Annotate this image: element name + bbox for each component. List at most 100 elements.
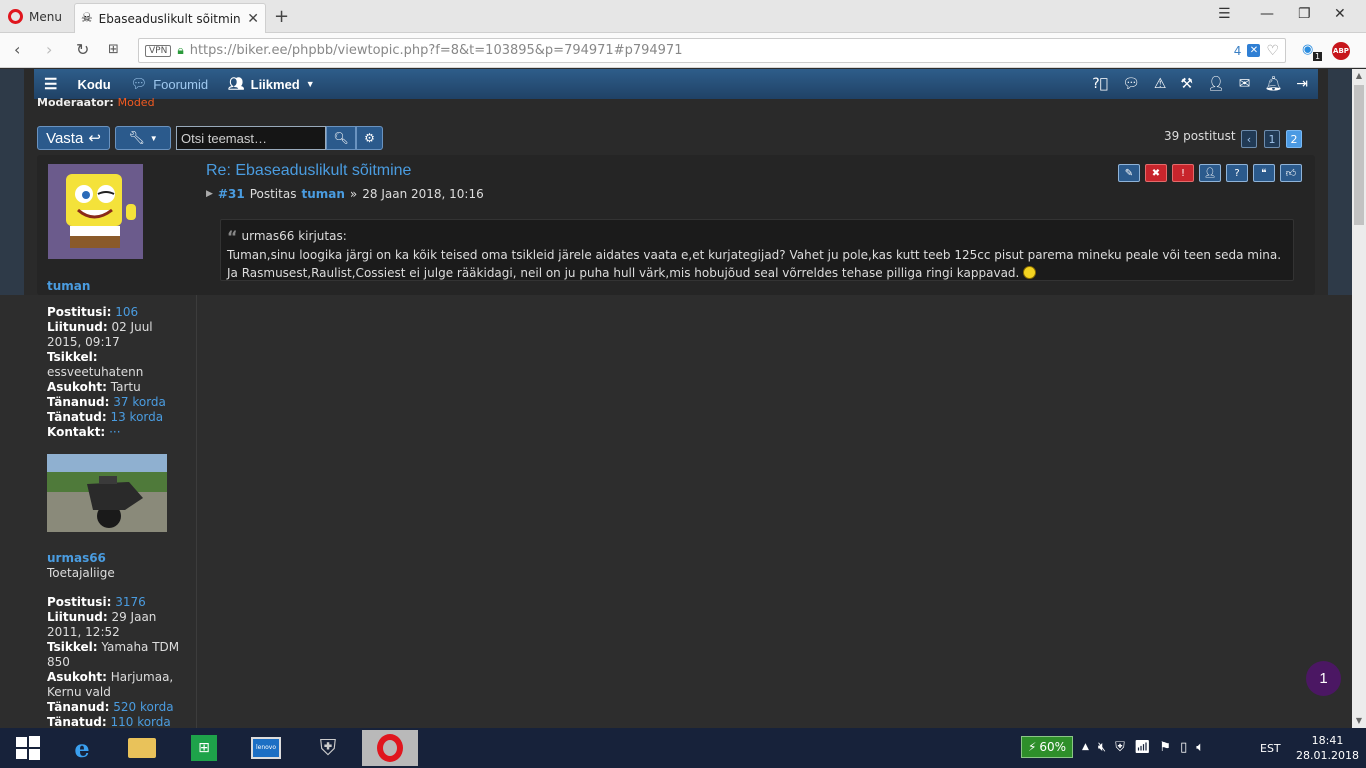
user-profile-urmas66: urmas66 Toetajaliige Postitusi: 3176 Lii… bbox=[37, 445, 197, 728]
new-tab-icon[interactable]: + bbox=[274, 6, 289, 27]
report-icon[interactable]: ! bbox=[1172, 164, 1194, 182]
page-2-button[interactable]: 2 bbox=[1286, 130, 1302, 148]
speaker-muted-icon[interactable]: 🔇︎ bbox=[1098, 740, 1106, 755]
device-icon[interactable]: ▯ bbox=[1180, 740, 1187, 755]
search-button[interactable]: 🔍︎ bbox=[326, 126, 356, 150]
stat-value[interactable]: 37 korda bbox=[113, 395, 166, 409]
clock-time: 18:41 bbox=[1311, 734, 1344, 747]
post-title[interactable]: Re: Ebaseaduslikult sõitmine bbox=[206, 162, 411, 180]
forum-navbar: ☰ Kodu 💬︎ Foorumid 👥︎ Liikmed ▼ ?⃝ 💬︎ ⚠ … bbox=[34, 69, 1318, 99]
scroll-thumb[interactable] bbox=[1354, 85, 1364, 225]
avatar[interactable] bbox=[47, 454, 167, 532]
stat-value[interactable]: 106 bbox=[115, 305, 138, 319]
system-clock[interactable]: 18:41 28.01.2018 bbox=[1296, 733, 1359, 763]
messages-icon[interactable]: ✉ bbox=[1239, 76, 1251, 92]
page-prev-button[interactable]: ‹ bbox=[1241, 130, 1257, 148]
tab-close-icon[interactable]: ✕ bbox=[247, 11, 259, 27]
info-icon[interactable]: ? bbox=[1226, 164, 1248, 182]
advanced-search-button[interactable]: ⚙ bbox=[356, 126, 383, 150]
taskbar-ie[interactable]: e bbox=[54, 730, 110, 766]
flag-icon[interactable]: ⚑ bbox=[1159, 740, 1171, 755]
window-close-icon[interactable]: ✕ bbox=[1334, 6, 1346, 22]
address-toolbar: ‹ › ↻ ⊞ VPN 🔒︎ https://biker.ee/phpbb/vi… bbox=[0, 33, 1366, 68]
restore-icon[interactable]: ❐ bbox=[1298, 6, 1311, 22]
topic-tools-button[interactable]: 🔧︎ ▼ bbox=[115, 126, 171, 150]
warn-user-icon[interactable]: 👤︎ bbox=[1199, 164, 1221, 182]
stat-value[interactable]: 110 korda bbox=[110, 715, 170, 728]
forward-icon[interactable]: › bbox=[46, 40, 52, 59]
profile-stats: Postitusi: 106 Liitunud: 02 Juul 2015, 0… bbox=[47, 305, 187, 440]
post-username[interactable]: urmas66 bbox=[47, 551, 106, 565]
stat-row: Postitusi: 3176 bbox=[47, 595, 187, 610]
volume-icon[interactable]: 🔈︎ bbox=[1196, 740, 1204, 755]
address-field[interactable]: VPN 🔒︎ https://biker.ee/phpbb/viewtopic.… bbox=[138, 38, 1286, 63]
browser-tab-active[interactable]: ☠ Ebaseaduslikult sõitmine - ✕ bbox=[74, 3, 266, 33]
reply-button[interactable]: Vasta ↩ bbox=[37, 126, 110, 150]
taskbar-lenovo[interactable]: lenovo bbox=[238, 730, 294, 766]
taskbar-explorer[interactable] bbox=[114, 730, 170, 766]
speed-dial-icon[interactable]: ⊞ bbox=[108, 42, 119, 57]
reload-icon[interactable]: ↻ bbox=[76, 40, 89, 59]
start-button[interactable] bbox=[0, 730, 56, 766]
search-icon: 🔍︎ bbox=[333, 131, 349, 145]
post: Re: Ebaseaduslikult sõitmine ▶ #31 Posti… bbox=[37, 155, 1315, 295]
input-language[interactable]: EST bbox=[1260, 742, 1281, 755]
edit-icon[interactable]: ✎ bbox=[1118, 164, 1140, 182]
opera-menu-button[interactable]: Menu bbox=[8, 6, 62, 27]
delete-icon[interactable]: ✖ bbox=[1145, 164, 1167, 182]
stat-value[interactable]: 13 korda bbox=[110, 410, 163, 424]
lock-icon[interactable]: 🔒︎ bbox=[177, 43, 183, 58]
vpn-badge[interactable]: VPN bbox=[145, 44, 172, 57]
stat-value[interactable]: 520 korda bbox=[113, 700, 173, 714]
page-scrollbar[interactable]: ▲ ▼ bbox=[1352, 69, 1366, 728]
ad-block-icon[interactable]: ✕ bbox=[1247, 44, 1261, 57]
extension-ghost-icon[interactable]: ◉ bbox=[1302, 42, 1313, 57]
meta-separator: » bbox=[349, 187, 358, 201]
battery-indicator[interactable]: ⚡ 60% bbox=[1021, 736, 1073, 758]
minimize-icon[interactable]: — bbox=[1260, 6, 1274, 22]
security-tray-icon[interactable]: ⛨ bbox=[1115, 740, 1125, 755]
adblock-plus-icon[interactable]: ABP bbox=[1332, 42, 1350, 60]
warning-icon[interactable]: ⚠ bbox=[1154, 76, 1167, 92]
logout-icon[interactable]: ⇥ bbox=[1296, 76, 1308, 92]
post-count: 39 postitust bbox=[1164, 129, 1236, 143]
bell-icon[interactable]: 🔔︎ bbox=[1264, 76, 1282, 92]
user-icon[interactable]: 👤︎ bbox=[1207, 76, 1225, 92]
post-number[interactable]: #31 bbox=[218, 187, 245, 201]
page-1-button[interactable]: 1 bbox=[1264, 130, 1280, 148]
stat-value[interactable]: 3176 bbox=[115, 595, 146, 609]
help-icon[interactable]: ?⃝ bbox=[1092, 76, 1108, 92]
back-icon[interactable]: ‹ bbox=[14, 40, 20, 59]
notification-bubble[interactable]: 1 bbox=[1306, 661, 1341, 696]
nav-home[interactable]: Kodu bbox=[67, 69, 120, 99]
quote-icon[interactable]: ❝ bbox=[1253, 164, 1275, 182]
menu-label: Menu bbox=[29, 9, 62, 24]
topic-search-input[interactable] bbox=[176, 126, 326, 150]
quote-block: “urmas66 kirjutas: Tuman,sinu loogika jä… bbox=[220, 219, 1294, 281]
taskbar-store[interactable]: ⊞ bbox=[176, 730, 232, 766]
gavel-icon[interactable]: ⚒ bbox=[1180, 76, 1193, 92]
reply-arrow-icon: ↩ bbox=[88, 130, 101, 147]
thumbs-up-icon[interactable]: 👍︎ bbox=[1280, 164, 1302, 182]
tray-expand-icon[interactable]: ▲ bbox=[1082, 742, 1089, 752]
post-author[interactable]: tuman bbox=[301, 187, 344, 201]
scroll-down-icon[interactable]: ▼ bbox=[1352, 714, 1366, 728]
chevron-down-icon: ▼ bbox=[305, 79, 315, 89]
chat-icon[interactable]: 💬︎ bbox=[1122, 76, 1140, 92]
nav-menu-button[interactable]: ☰ bbox=[34, 69, 67, 99]
avatar[interactable] bbox=[48, 164, 143, 259]
nav-forums[interactable]: 💬︎ Foorumid bbox=[121, 69, 218, 99]
taskbar-opera[interactable] bbox=[362, 730, 418, 766]
nav-members[interactable]: 👥︎ Liikmed ▼ bbox=[218, 69, 325, 99]
post-username[interactable]: tuman bbox=[47, 279, 90, 293]
network-icon[interactable]: 📶︎ bbox=[1134, 740, 1151, 755]
tab-menu-icon[interactable]: ☰ bbox=[1218, 6, 1231, 22]
bookmark-heart-icon[interactable]: ♡ bbox=[1266, 43, 1279, 59]
url-text[interactable]: https://biker.ee/phpbb/viewtopic.php?f=8… bbox=[190, 43, 1228, 58]
post-meta: ▶ #31 Postitas tuman » 28 Jaan 2018, 10:… bbox=[206, 187, 484, 201]
scroll-up-icon[interactable]: ▲ bbox=[1352, 69, 1366, 83]
taskbar-security[interactable]: ⛨ bbox=[300, 730, 356, 766]
shield-icon: ⛨ bbox=[319, 735, 337, 761]
moderator-link[interactable]: Moded bbox=[118, 96, 155, 109]
contact-menu[interactable]: ··· bbox=[109, 425, 120, 439]
